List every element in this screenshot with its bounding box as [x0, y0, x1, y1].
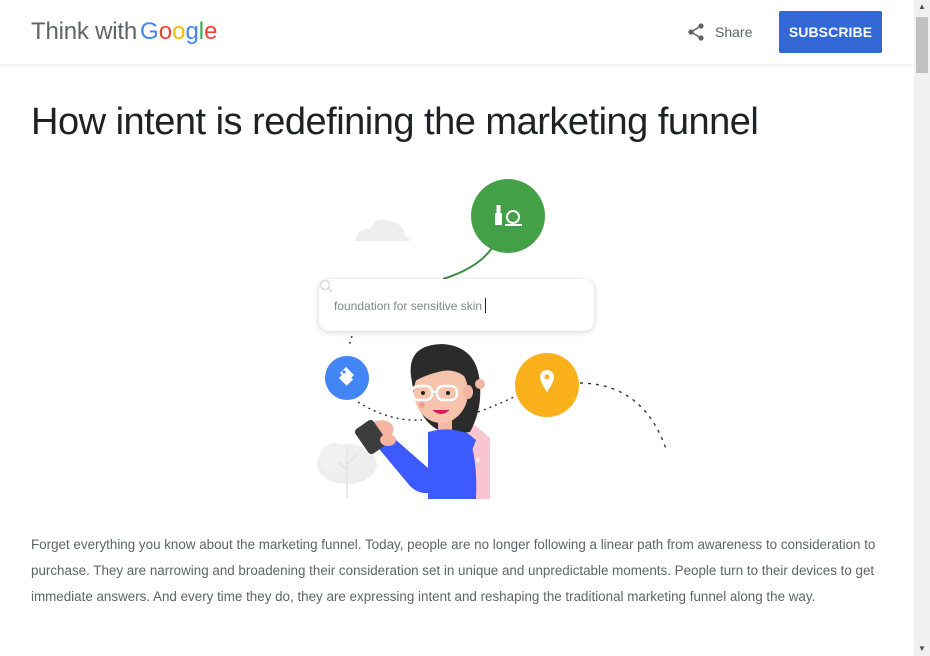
share-button[interactable]: Share: [686, 20, 752, 44]
cosmetics-icon: [471, 179, 545, 253]
search-query-value: foundation for sensitive skin: [334, 299, 483, 313]
top-bar: Think with Google Share SUBSCRIBE: [0, 0, 914, 64]
search-query-text: foundation for sensitive skin: [334, 298, 487, 313]
price-tag-icon: [325, 356, 369, 400]
logo-letter: G: [140, 18, 159, 45]
logo-letter: o: [172, 18, 186, 45]
article-body-paragraph: Forget everything you know about the mar…: [31, 537, 876, 604]
text-cursor: [485, 298, 487, 313]
think-with-google-logo[interactable]: Think with Google: [31, 17, 218, 47]
logo-brand: Google: [140, 18, 217, 45]
location-pin-icon: [515, 353, 579, 417]
hero-illustration: foundation for sensitive skin: [300, 170, 700, 505]
logo-prefix: Think with: [31, 18, 138, 45]
cloud-icon: [355, 219, 410, 241]
article-title: How intent is redefining the marketing f…: [31, 101, 759, 143]
page-scrollbar[interactable]: ▲ ▼: [914, 0, 930, 656]
logo-letter: e: [204, 18, 218, 45]
hero-illustration-svg: [317, 179, 668, 499]
subscribe-button[interactable]: SUBSCRIBE: [779, 11, 882, 53]
logo-letter: g: [185, 18, 199, 45]
scroll-down-arrow-icon[interactable]: ▼: [914, 642, 930, 656]
woman-with-phone-figure: [354, 344, 490, 499]
scroll-thumb[interactable]: [916, 17, 928, 73]
share-icon: [688, 23, 704, 41]
page: Think with Google Share SUBSCRIBE ▲ ▼ How…: [0, 0, 930, 656]
scroll-up-arrow-icon[interactable]: ▲: [914, 0, 930, 14]
logo-letter: o: [158, 18, 173, 45]
search-icon: [319, 279, 333, 293]
search-illustration-box: foundation for sensitive skin: [319, 279, 594, 331]
share-label: Share: [715, 24, 753, 40]
